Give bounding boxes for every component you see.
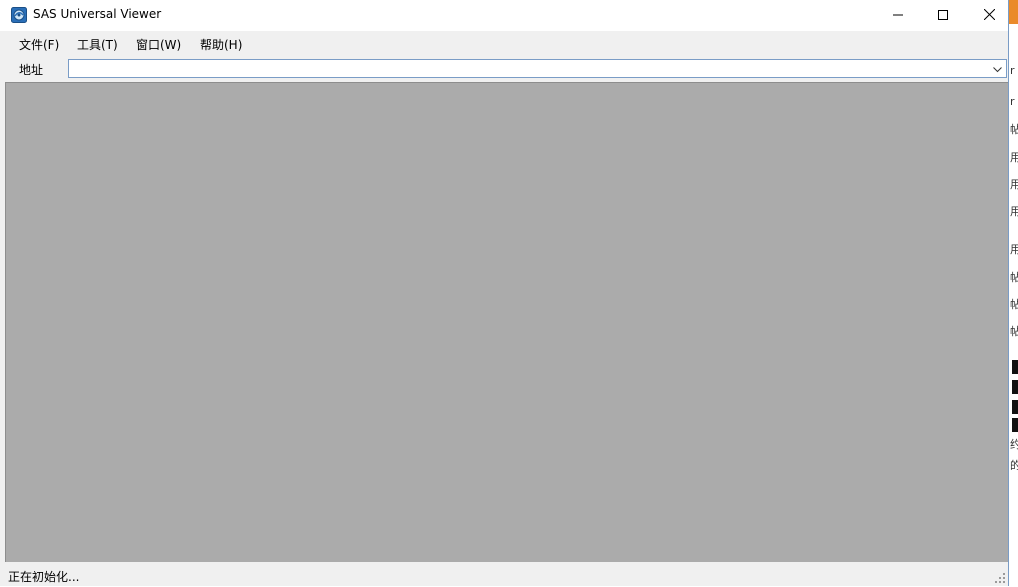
menu-bar: 文件(F) 工具(T) 窗口(W) 帮助(H) xyxy=(0,31,1008,56)
bg-glyph: 帖 xyxy=(1010,298,1018,311)
background-window: r r 帖 用 用 用 用 帖 帖 帖 约 的 xyxy=(1009,0,1018,586)
address-dropdown-button[interactable] xyxy=(988,60,1006,77)
address-toolbar: 地址 xyxy=(0,56,1008,82)
menu-file[interactable]: 文件(F) xyxy=(19,36,59,53)
address-label: 地址 xyxy=(19,63,44,77)
window-title: SAS Universal Viewer xyxy=(33,7,162,21)
maximize-icon xyxy=(938,9,948,23)
address-combobox[interactable] xyxy=(68,59,1007,78)
bg-glyph: 帖 xyxy=(1010,325,1018,338)
close-button[interactable] xyxy=(966,0,1012,31)
resize-grip-icon[interactable] xyxy=(994,572,1006,584)
bg-glyph: 的 xyxy=(1010,459,1018,472)
bg-glyph: 用 xyxy=(1010,151,1018,164)
menu-tools[interactable]: 工具(T) xyxy=(77,36,118,53)
status-text: 正在初始化... xyxy=(8,570,80,584)
bg-glyph: 用 xyxy=(1010,205,1018,218)
status-bar: 正在初始化... xyxy=(0,563,1008,586)
bg-glyph: 用 xyxy=(1010,243,1018,256)
address-input[interactable] xyxy=(71,61,981,76)
minimize-icon xyxy=(893,9,903,23)
chevron-down-icon xyxy=(992,62,1002,76)
document-view-area[interactable] xyxy=(5,82,1008,562)
menu-help[interactable]: 帮助(H) xyxy=(200,36,242,53)
sas-viewer-app-icon[interactable] xyxy=(11,7,27,23)
maximize-button[interactable] xyxy=(920,0,966,31)
main-window: SAS Universal Viewer 文件(F) 工具(T) 窗口(W) 帮… xyxy=(0,0,1009,586)
close-icon xyxy=(983,8,995,23)
minimize-button[interactable] xyxy=(875,0,921,31)
bg-glyph: 约 xyxy=(1010,438,1018,451)
bg-glyph: r xyxy=(1010,95,1015,108)
menu-window[interactable]: 窗口(W) xyxy=(136,36,181,53)
title-bar[interactable]: SAS Universal Viewer xyxy=(0,0,1008,31)
bg-glyph: 用 xyxy=(1010,178,1018,191)
bg-glyph: r xyxy=(1010,64,1015,77)
bg-glyph: 帖 xyxy=(1010,123,1018,136)
bg-glyph: 帖 xyxy=(1010,271,1018,284)
